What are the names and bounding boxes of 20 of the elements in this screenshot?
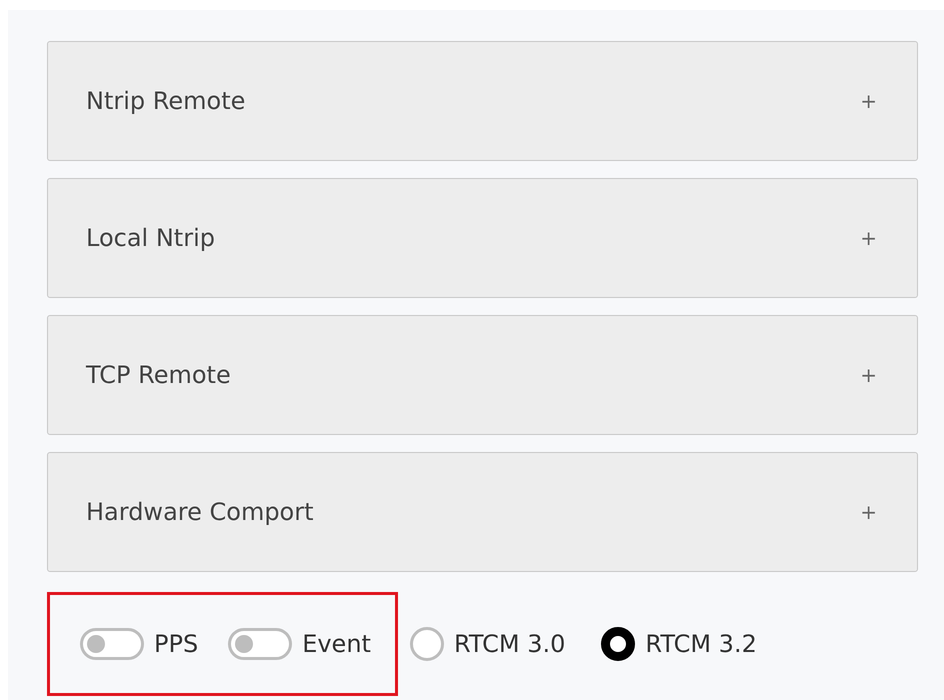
accordion-panel[interactable]: Ntrip Remote + xyxy=(47,41,918,161)
radio-label: RTCM 3.2 xyxy=(645,630,757,658)
toggle-label: PPS xyxy=(154,630,198,658)
toggle-switch[interactable] xyxy=(80,628,144,660)
radio-label: RTCM 3.0 xyxy=(454,630,566,658)
accordion-panel[interactable]: Hardware Comport + xyxy=(47,452,918,572)
toggle-label: Event xyxy=(302,630,371,658)
radio-button[interactable] xyxy=(601,627,636,661)
expand-icon: + xyxy=(860,226,877,250)
toggle-switch[interactable] xyxy=(228,628,292,660)
panel-title: TCP Remote xyxy=(86,361,231,389)
expand-icon: + xyxy=(860,500,877,524)
panel-title: Hardware Comport xyxy=(86,498,314,526)
expand-icon: + xyxy=(860,363,877,387)
expand-icon: + xyxy=(860,89,877,113)
panel-title: Ntrip Remote xyxy=(86,87,246,115)
radio-button[interactable] xyxy=(410,627,444,661)
accordion-panel[interactable]: TCP Remote + xyxy=(47,315,918,435)
panel-title: Local Ntrip xyxy=(86,224,215,252)
accordion-panel[interactable]: Local Ntrip + xyxy=(47,178,918,298)
